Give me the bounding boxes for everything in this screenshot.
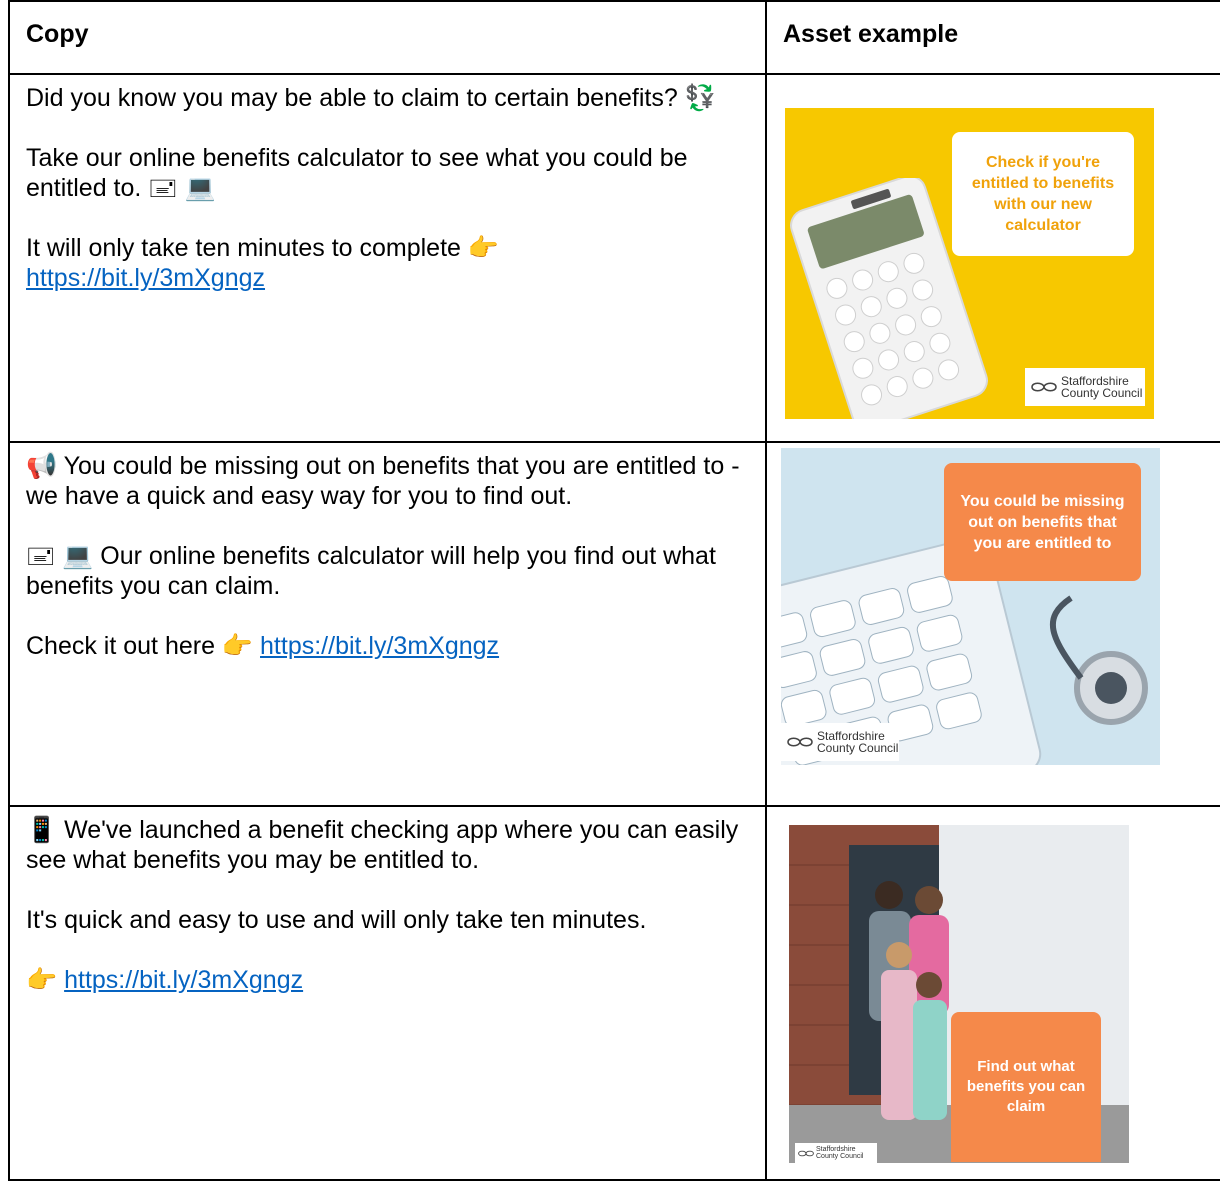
copy-paragraph: 🖃 💻 Our online benefits calculator will … <box>26 542 716 600</box>
asset-card-text: Check if you're entitled to benefits wit… <box>952 132 1134 256</box>
council-logo: Staffordshire County Council <box>795 1143 877 1163</box>
asset-column-header: Asset example <box>765 0 1220 75</box>
staffordshire-knot-icon <box>1031 382 1057 392</box>
table-row: Did you know you may be able to claim to… <box>8 73 1220 443</box>
copy-text: It will only take ten minutes to complet… <box>26 234 499 262</box>
copy-cell: 📢 You could be missing out on benefits t… <box>8 441 767 807</box>
benefits-calculator-link[interactable]: https://bit.ly/3mXgngz <box>26 264 265 292</box>
council-logo: Staffordshire County Council <box>1025 368 1145 406</box>
asset-image-family: Find out what benefits you can claim Sta… <box>789 825 1129 1163</box>
asset-cell: Check if you're entitled to benefits wit… <box>765 73 1220 443</box>
logo-line: County Council <box>816 1153 864 1160</box>
logo-line: County Council <box>1061 386 1143 400</box>
copy-cell: 📱 We've launched a benefit checking app … <box>8 805 767 1181</box>
staffordshire-knot-icon <box>798 1150 814 1156</box>
copy-paragraph: Check it out here 👉 https://bit.ly/3mXgn… <box>26 631 749 661</box>
benefits-calculator-link[interactable]: https://bit.ly/3mXgngz <box>260 632 499 660</box>
benefits-app-link[interactable]: https://bit.ly/3mXgngz <box>64 966 303 994</box>
copy-paragraph: Take our online benefits calculator to s… <box>26 144 688 202</box>
header-row: Copy Asset example <box>8 0 1220 75</box>
table-row: 📢 You could be missing out on benefits t… <box>8 441 1220 807</box>
copy-cell: Did you know you may be able to claim to… <box>8 73 767 443</box>
copy-paragraph: 👉 https://bit.ly/3mXgngz <box>26 965 749 995</box>
copy-paragraph: 📢 You could be missing out on benefits t… <box>26 452 740 510</box>
copy-paragraph: 📱 We've launched a benefit checking app … <box>26 816 739 874</box>
copy-text: 👉 <box>26 966 58 994</box>
copy-paragraph: Did you know you may be able to claim to… <box>26 84 716 112</box>
copy-text: Check it out here 👉 <box>26 632 254 660</box>
copy-paragraph: It will only take ten minutes to complet… <box>26 233 749 293</box>
asset-image-calculator-stethoscope: You could be missing out on benefits tha… <box>781 448 1160 765</box>
asset-image-calculator: Check if you're entitled to benefits wit… <box>785 108 1154 419</box>
copy-asset-table: Copy Asset example Did you know you may … <box>8 0 1220 1181</box>
staffordshire-knot-icon <box>787 737 813 747</box>
logo-line: Staffordshire <box>816 1146 856 1153</box>
copy-column-header: Copy <box>8 0 767 75</box>
asset-cell: Find out what benefits you can claim Sta… <box>765 805 1220 1181</box>
asset-card-text: You could be missing out on benefits tha… <box>944 463 1141 581</box>
asset-cell: You could be missing out on benefits tha… <box>765 441 1220 807</box>
logo-line: County Council <box>817 741 899 755</box>
council-logo: Staffordshire County Council <box>781 723 899 761</box>
asset-card-text: Find out what benefits you can claim <box>951 1012 1101 1162</box>
table-row: 📱 We've launched a benefit checking app … <box>8 805 1220 1181</box>
copy-paragraph: It's quick and easy to use and will only… <box>26 906 647 934</box>
